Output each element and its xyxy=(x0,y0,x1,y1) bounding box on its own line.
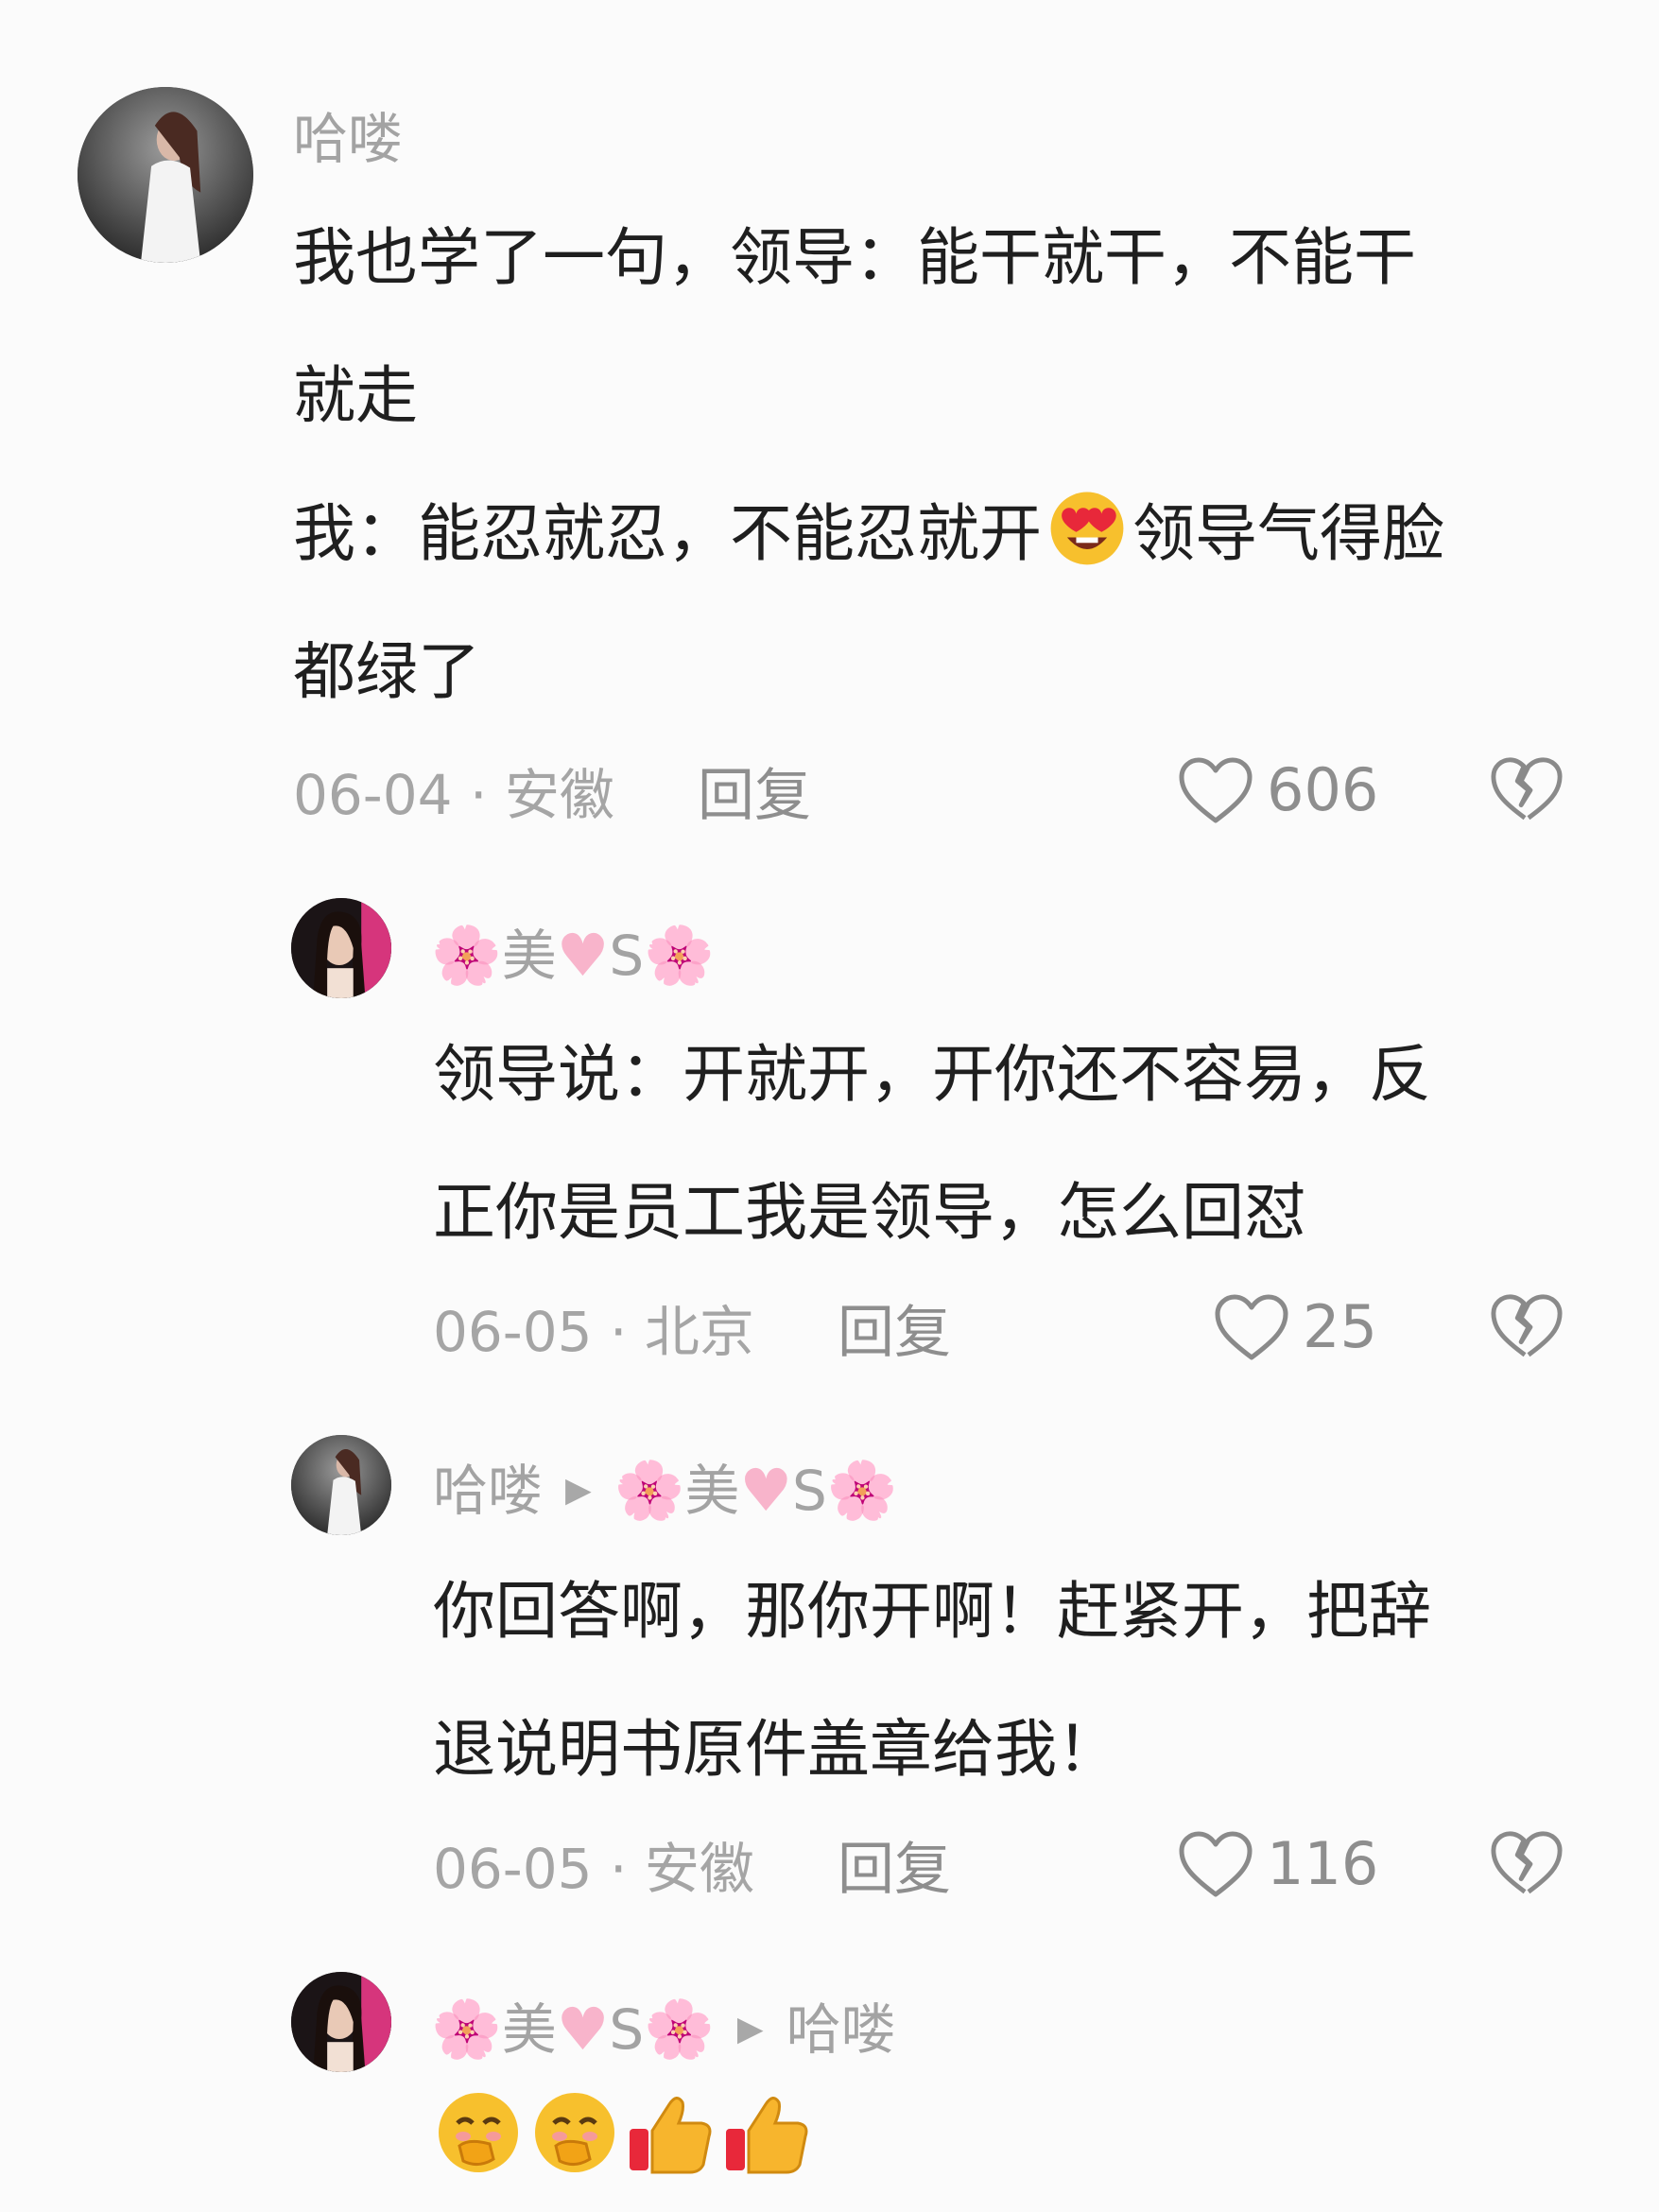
reply-to-username-text[interactable]: S xyxy=(792,1463,827,1518)
cherry-blossom-icon: 🌸 xyxy=(826,1458,898,1524)
comment-text-segment: 我：能忍就忍，不能忍就开 xyxy=(293,497,1042,570)
thumbs-up-icon xyxy=(630,2097,712,2174)
comment-date-location: 06-05 · 北京 xyxy=(433,1300,754,1364)
hand-over-mouth-icon xyxy=(535,2093,614,2172)
reply-button[interactable]: 回复 xyxy=(838,1305,951,1361)
username[interactable]: 🌸 美 ♥ S 🌸 ▶ 哈喽 xyxy=(431,2000,896,2059)
comment-text-line: 退说明书原件盖章给我！ xyxy=(433,1713,1119,1786)
like-count: 25 xyxy=(1303,1292,1377,1361)
cherry-blossom-icon: 🌸 xyxy=(644,1996,715,2063)
broken-heart-icon[interactable] xyxy=(1490,1291,1564,1361)
reply-to-username-text[interactable]: 哈喽 xyxy=(786,2002,896,2057)
like-button[interactable]: 25 xyxy=(1214,1293,1377,1361)
comment-text: 你回答啊，那你开啊！赶紧开，把辞 退说明书原件盖章给我！ xyxy=(433,1543,1605,1819)
reply-arrow-icon: ▶ xyxy=(565,1471,592,1510)
comment-text-line: 你回答啊，那你开啊！赶紧开，把辞 xyxy=(433,1575,1431,1648)
like-button[interactable]: 606 xyxy=(1178,756,1378,824)
username[interactable]: 哈喽 ▶ 🌸 美 ♥ S 🌸 xyxy=(433,1461,898,1520)
comment-text-line: 就走 xyxy=(293,359,418,432)
comment-text-segment: 领导气得脸 xyxy=(1132,497,1444,570)
comment-text: 领导说：开就开，开你还不容易，反 正你是员工我是领导，怎么回怼 xyxy=(433,1006,1605,1282)
avatar[interactable] xyxy=(291,898,391,998)
comment-thread: 哈喽 我也学了一句，领导：能干就干，不能干 就走 我：能忍就忍，不能忍就开 领导气… xyxy=(0,0,1659,2212)
cherry-blossom-icon: 🌸 xyxy=(644,923,715,989)
reply-to-username-text[interactable]: 美 xyxy=(684,1463,739,1518)
username[interactable]: 哈喽 xyxy=(293,112,403,166)
like-button[interactable]: 116 xyxy=(1178,1830,1378,1898)
broken-heart-icon[interactable] xyxy=(1490,1828,1564,1898)
comment-text-line: 领导说：开就开，开你还不容易，反 xyxy=(433,1038,1431,1111)
cherry-blossom-icon: 🌸 xyxy=(613,1458,685,1524)
comment-text-line: 我：能忍就忍，不能忍就开 领导气得脸 xyxy=(293,465,1598,603)
comment-text-line: 都绿了 xyxy=(293,635,480,708)
reply-button[interactable]: 回复 xyxy=(838,1841,951,1898)
username-text: S xyxy=(609,924,645,988)
heart-eyes-emoji-icon xyxy=(1050,492,1124,565)
comment-date-location: 06-05 · 安徽 xyxy=(433,1837,754,1901)
reply-button[interactable]: 回复 xyxy=(698,768,811,824)
avatar[interactable] xyxy=(78,87,253,263)
username[interactable]: 🌸 美 ♥ S 🌸 xyxy=(431,926,715,985)
avatar[interactable] xyxy=(291,1972,391,2072)
username-text[interactable]: 哈喽 xyxy=(433,1463,543,1518)
like-count: 606 xyxy=(1267,755,1379,824)
comment-text-line: 正你是员工我是领导，怎么回怼 xyxy=(433,1176,1306,1249)
cherry-blossom-icon: 🌸 xyxy=(431,1996,502,2063)
comment-text-line: 我也学了一句，领导：能干就干，不能干 xyxy=(293,221,1416,294)
reply-arrow-icon: ▶ xyxy=(736,2010,764,2048)
cherry-blossom-icon: 🌸 xyxy=(431,923,502,989)
comment-date-location: 06-04 · 安徽 xyxy=(293,763,614,827)
emoji-reaction-row xyxy=(431,2085,815,2180)
like-count: 116 xyxy=(1267,1829,1379,1898)
username-text: S xyxy=(609,1997,645,2062)
heart-outline-icon xyxy=(1179,1831,1253,1897)
pink-heart-icon: ♥ xyxy=(556,1995,610,2064)
hand-over-mouth-icon xyxy=(439,2093,518,2172)
heart-outline-icon xyxy=(1179,757,1253,823)
username-text: 美 xyxy=(501,1997,557,2062)
broken-heart-icon[interactable] xyxy=(1490,754,1564,824)
pink-heart-icon: ♥ xyxy=(556,921,610,990)
avatar[interactable] xyxy=(291,1435,391,1535)
comment-text: 我也学了一句，领导：能干就干，不能干 就走 我：能忍就忍，不能忍就开 领导气得脸 … xyxy=(293,189,1598,741)
thumbs-up-icon xyxy=(726,2097,808,2174)
heart-outline-icon xyxy=(1215,1294,1288,1360)
pink-heart-icon: ♥ xyxy=(739,1456,793,1525)
username-text: 美 xyxy=(501,924,557,988)
